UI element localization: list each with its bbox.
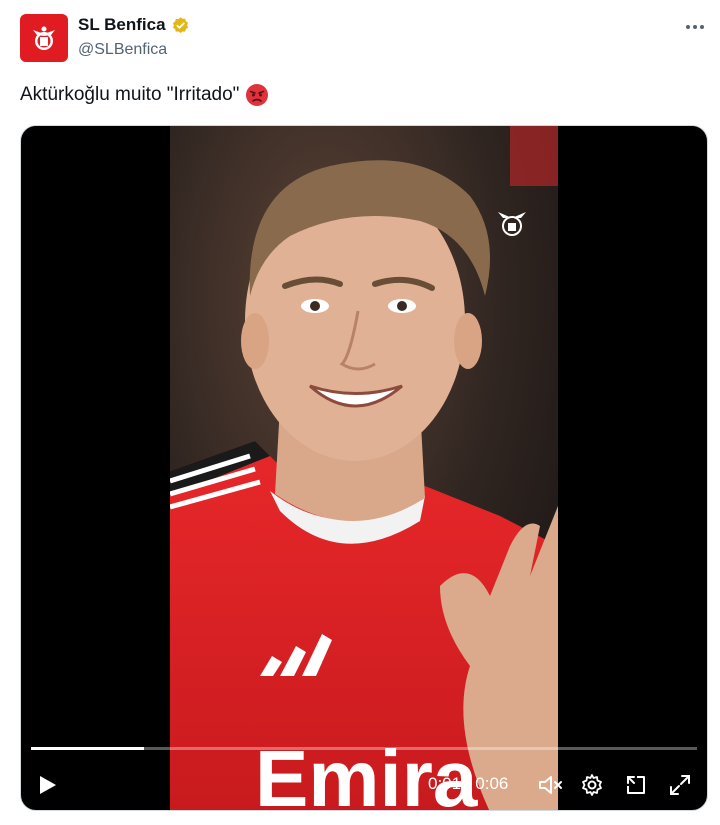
play-button[interactable] xyxy=(35,772,61,798)
angry-face-emoji xyxy=(246,84,269,106)
gear-icon xyxy=(582,774,602,796)
author-display-name[interactable]: SL Benfica xyxy=(78,15,166,35)
video-frame[interactable]: Emira xyxy=(170,126,558,811)
tweet-text-content: Aktürkoğlu muito "Irritado" xyxy=(20,84,240,105)
video-progress-bar[interactable] xyxy=(31,747,697,750)
video-current-time: 0:01 xyxy=(428,774,462,793)
author-handle[interactable]: @SLBenfica xyxy=(78,41,167,59)
verified-badge-icon[interactable] xyxy=(171,16,190,35)
popout-button[interactable] xyxy=(623,772,649,798)
popout-icon xyxy=(627,776,645,794)
fullscreen-icon xyxy=(670,775,690,795)
video-progress-fill xyxy=(31,747,145,750)
play-icon xyxy=(40,776,56,794)
mute-button[interactable] xyxy=(537,772,565,798)
benfica-crest-icon xyxy=(33,26,55,50)
jersey-sponsor-text: Emira xyxy=(255,734,478,811)
video-duration: 0:06 xyxy=(475,774,509,793)
more-options-button[interactable] xyxy=(682,14,708,40)
video-player[interactable]: Emira 0:01 / 0:06 xyxy=(20,125,708,811)
more-horizontal-icon xyxy=(686,25,704,29)
video-time: 0:01 / 0:06 xyxy=(428,774,508,794)
fullscreen-button[interactable] xyxy=(667,772,693,798)
avatar[interactable] xyxy=(20,14,68,62)
settings-button[interactable] xyxy=(579,772,605,798)
video-still-image: Emira xyxy=(170,126,558,811)
video-time-separator: / xyxy=(465,774,471,793)
tweet-text: Aktürkoğlu muito "Irritado" xyxy=(20,83,269,107)
volume-muted-icon xyxy=(539,776,562,794)
